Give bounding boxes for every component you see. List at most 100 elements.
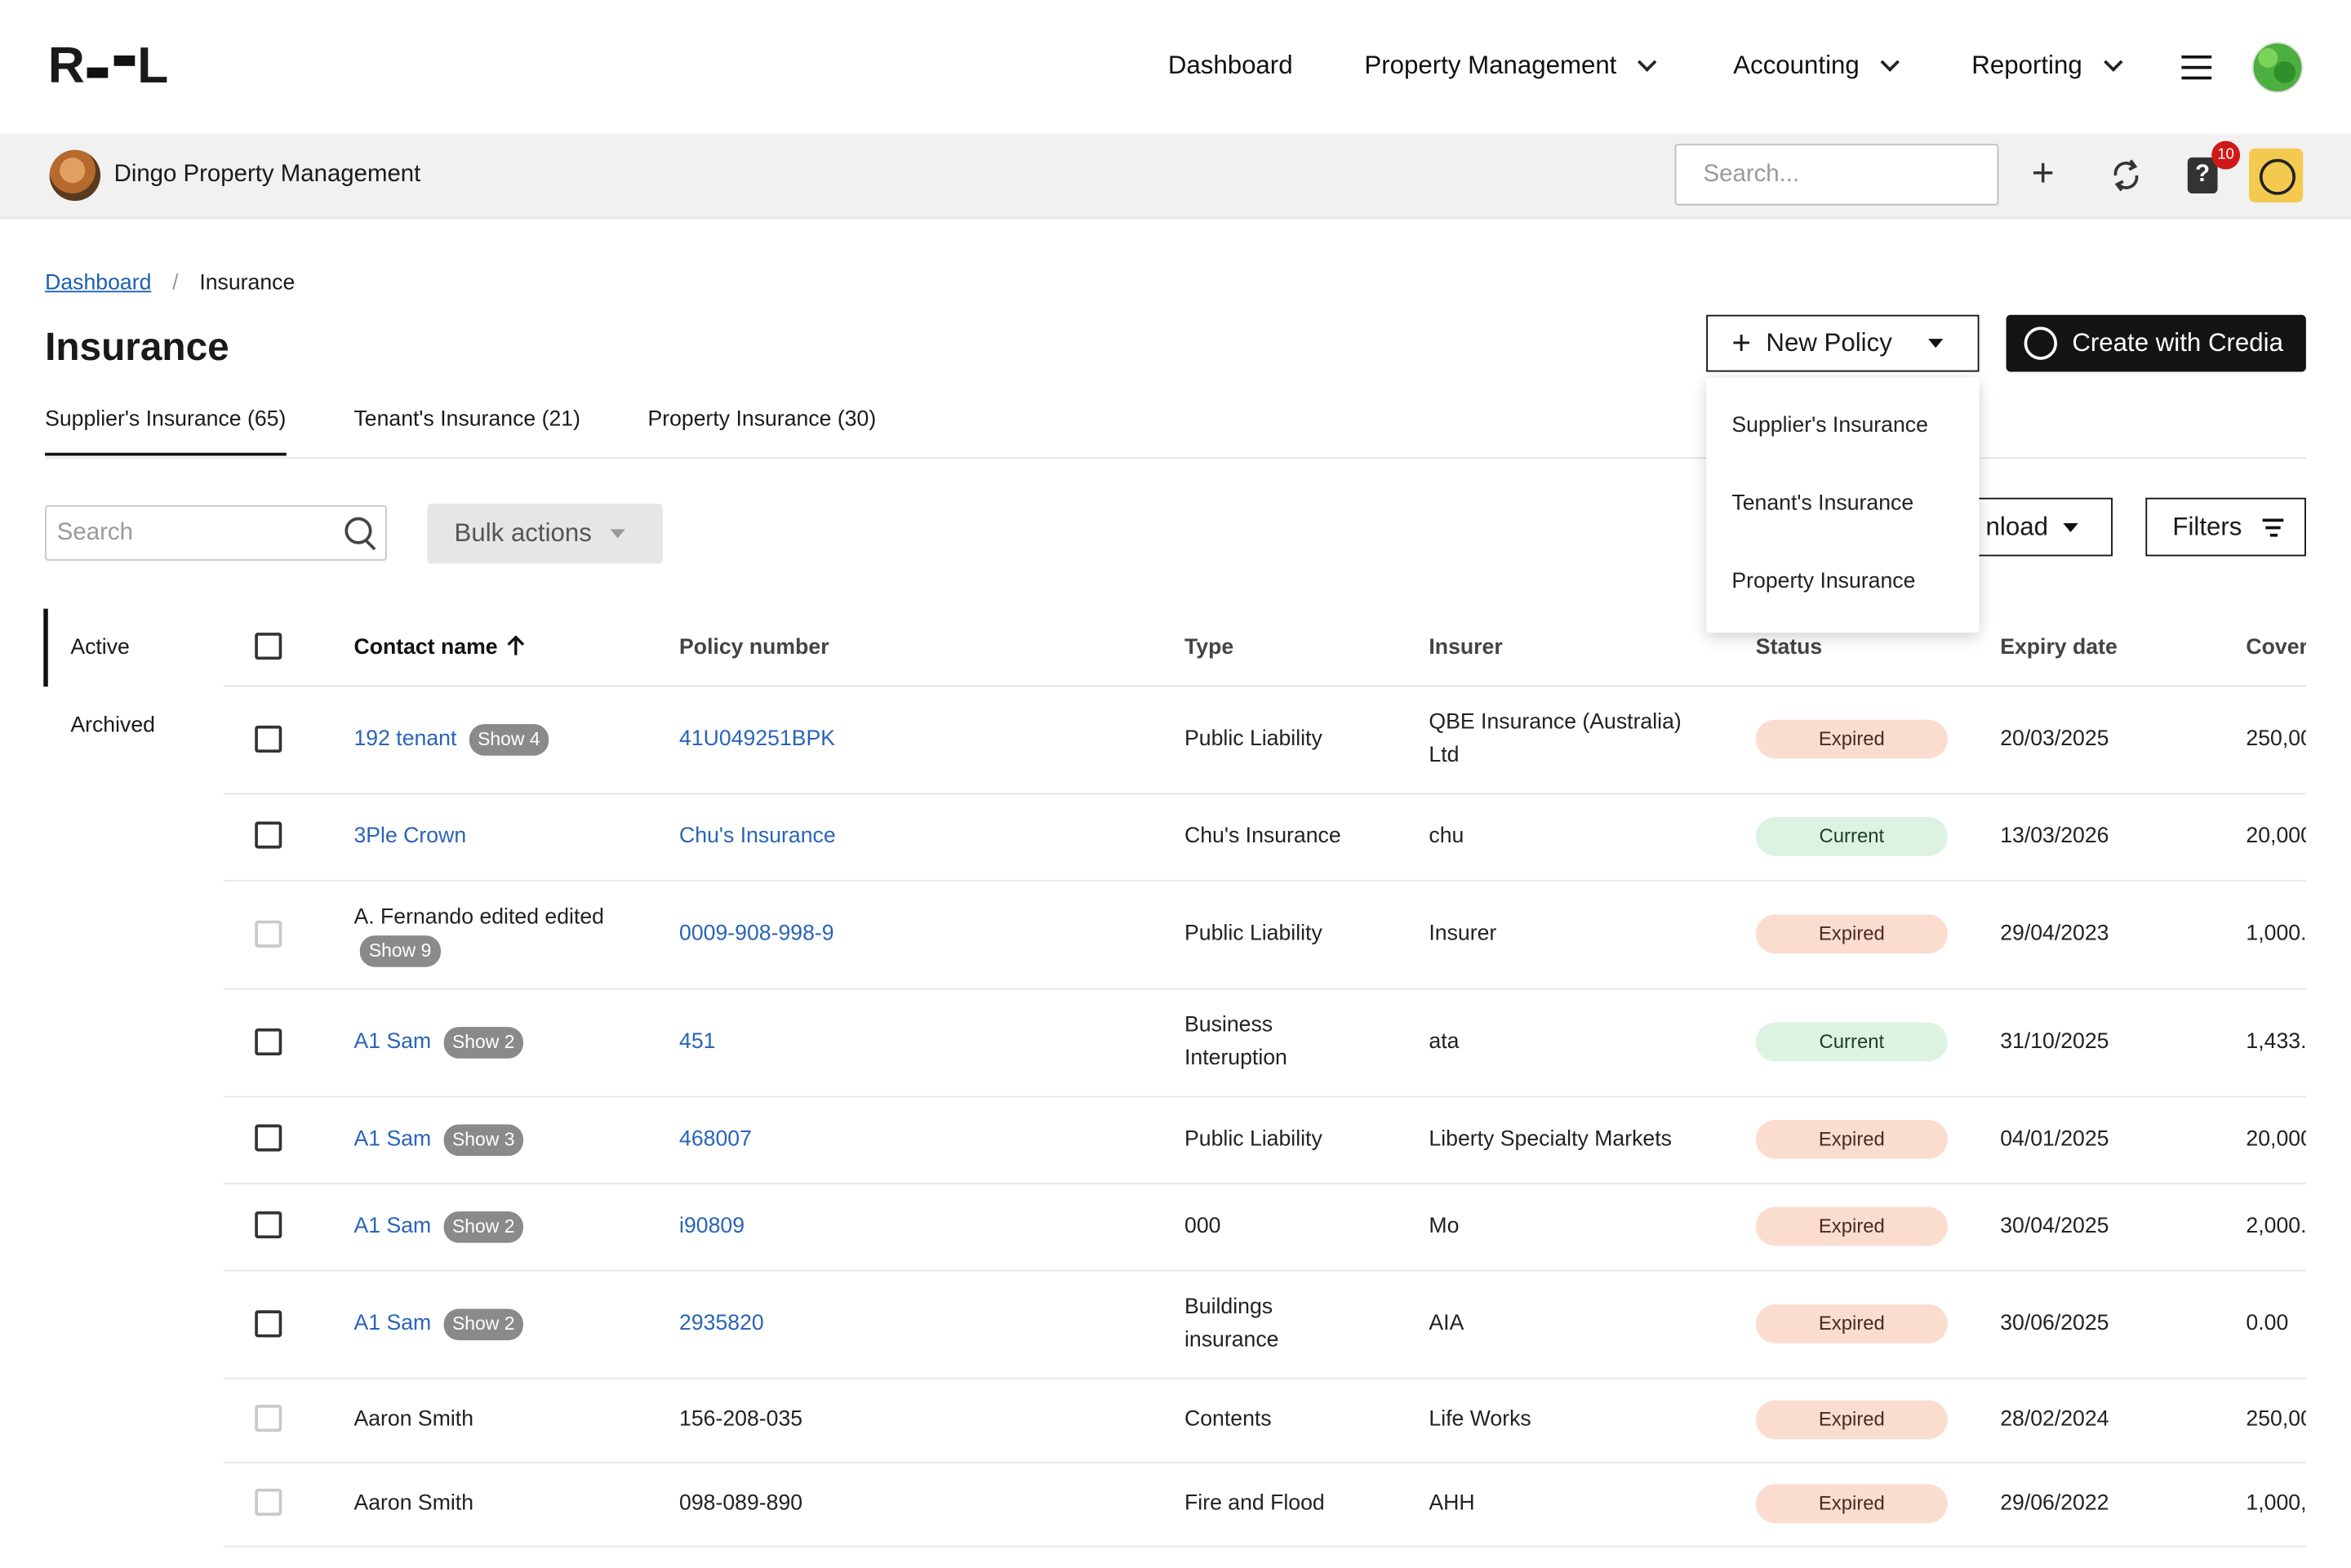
- filter-active[interactable]: Active: [70, 636, 130, 660]
- row-checkbox[interactable]: [255, 821, 282, 849]
- insurer-cell: QBE Insurance (Australia) Ltd: [1429, 710, 1682, 768]
- table-row[interactable]: 3Ple Crown Chu's Insurance Chu's Insuran…: [223, 794, 2306, 882]
- filters-button[interactable]: Filters: [2145, 497, 2306, 557]
- nav-label: Reporting: [1971, 51, 2082, 80]
- tab-property-insurance[interactable]: Property Insurance (30): [647, 408, 876, 432]
- table-row[interactable]: Aaron Smith 098-089-890 Fire and Flood A…: [223, 1464, 2306, 1548]
- contact-link[interactable]: A1 Sam: [353, 1215, 431, 1238]
- column-header-insurer[interactable]: Insurer: [1429, 636, 1502, 660]
- contact-name: Aaron Smith: [353, 1491, 474, 1516]
- filter-archived[interactable]: Archived: [70, 713, 155, 737]
- page-title: Insurance: [45, 323, 229, 369]
- policy-number-link[interactable]: 468007: [679, 1123, 752, 1156]
- create-with-credia-label: Create with Credia: [2072, 328, 2283, 358]
- app-logo[interactable]: R L: [47, 37, 169, 95]
- user-avatar[interactable]: [2251, 42, 2304, 93]
- breadcrumb-dashboard-link[interactable]: Dashboard: [45, 271, 151, 295]
- contact-link[interactable]: A1 Sam: [353, 1030, 431, 1054]
- policy-number-link[interactable]: 451: [679, 1025, 715, 1058]
- nav-property-management[interactable]: Property Management: [1364, 51, 1657, 81]
- policy-number-link[interactable]: i90809: [679, 1210, 744, 1242]
- active-indicator: [43, 608, 48, 687]
- policy-number-link[interactable]: 41U049251BPK: [679, 722, 835, 755]
- new-policy-button[interactable]: + New Policy: [1706, 314, 1980, 372]
- chevron-down-icon: [1638, 52, 1657, 72]
- contact-link[interactable]: 192 tenant: [353, 727, 456, 751]
- column-header-type[interactable]: Type: [1184, 636, 1233, 660]
- table-row[interactable]: Aaron Smith 156-208-035 Contents Life Wo…: [223, 1379, 2306, 1464]
- nav-dashboard[interactable]: Dashboard: [1168, 51, 1293, 81]
- table-search-input[interactable]: Search: [45, 504, 387, 561]
- column-header-status[interactable]: Status: [1756, 636, 1822, 660]
- menu-item-property-insurance[interactable]: Property Insurance: [1731, 570, 1915, 593]
- search-icon[interactable]: [344, 517, 372, 544]
- menu-item-suppliers-insurance[interactable]: Supplier's Insurance: [1731, 414, 1927, 438]
- nav-reporting[interactable]: Reporting: [1971, 51, 2123, 81]
- logo-letter-left: R: [47, 37, 85, 95]
- cover-cell: 1,433.: [2246, 1029, 2306, 1055]
- column-header-expiry-date[interactable]: Expiry date: [2000, 636, 2118, 660]
- bulk-actions-button: Bulk actions: [427, 504, 663, 564]
- global-search-input[interactable]: Search...: [1674, 144, 1999, 206]
- insurer-cell: Liberty Specialty Markets: [1429, 1127, 1672, 1152]
- show-more-pill[interactable]: Show 3: [442, 1124, 524, 1157]
- table-row[interactable]: A1 Sam Show 2 i90809 000 Mo Expired 30/04…: [223, 1184, 2306, 1272]
- logo-bar: [113, 55, 135, 65]
- row-checkbox[interactable]: [255, 1124, 282, 1152]
- policy-number-link[interactable]: Chu's Insurance: [679, 820, 836, 853]
- refresh-icon[interactable]: [2109, 158, 2142, 201]
- row-checkbox[interactable]: [255, 1310, 282, 1338]
- expiry-date-cell: 30/04/2025: [2000, 1214, 2109, 1239]
- row-checkbox[interactable]: [255, 1488, 282, 1516]
- show-more-pill[interactable]: Show 4: [469, 724, 549, 756]
- show-more-pill[interactable]: Show 2: [442, 1308, 524, 1341]
- row-checkbox[interactable]: [255, 1405, 282, 1433]
- table-row[interactable]: A. Fernando edited edited Show 9 0009-90…: [223, 882, 2306, 990]
- policy-number-link[interactable]: 2935820: [679, 1308, 764, 1340]
- type-cell: 000: [1184, 1214, 1221, 1239]
- show-more-pill[interactable]: Show 9: [359, 935, 441, 967]
- row-checkbox[interactable]: [255, 1028, 282, 1056]
- show-more-pill[interactable]: Show 2: [442, 1027, 524, 1059]
- tab-suppliers-insurance[interactable]: Supplier's Insurance (65): [45, 408, 287, 456]
- breadcrumb-separator: /: [172, 271, 179, 295]
- table-row[interactable]: A1 Sam Show 2 2935820 Buildings insurance…: [223, 1272, 2306, 1379]
- breadcrumb-current: Insurance: [199, 271, 296, 295]
- contact-link[interactable]: 3Ple Crown: [353, 820, 466, 853]
- download-label: nload: [1985, 512, 2048, 541]
- column-header-cover[interactable]: Cover: [2246, 636, 2305, 660]
- show-more-pill[interactable]: Show 2: [442, 1211, 524, 1243]
- insurance-table: Contact name Policy number Type Insurer …: [223, 609, 2306, 1568]
- contact-link[interactable]: A1 Sam: [353, 1312, 431, 1335]
- type-cell: Public Liability: [1184, 1127, 1322, 1152]
- table-row[interactable]: A1 Sam Show 2 451 Business Interuption at…: [223, 989, 2306, 1098]
- plus-icon[interactable]: +: [2032, 153, 2055, 192]
- column-header-contact-name[interactable]: Contact name: [353, 635, 525, 660]
- type-cell: Contents: [1184, 1407, 1272, 1433]
- column-header-policy-number[interactable]: Policy number: [679, 636, 829, 660]
- row-checkbox[interactable]: [255, 1211, 282, 1239]
- contact-link[interactable]: A1 Sam: [353, 1127, 431, 1151]
- new-policy-label: New Policy: [1766, 328, 1892, 358]
- contact-cell: A1 Sam Show 2: [353, 1210, 524, 1243]
- tab-tenants-insurance[interactable]: Tenant's Insurance (21): [353, 408, 580, 432]
- insurer-cell: Life Works: [1429, 1407, 1531, 1433]
- row-checkbox[interactable]: [255, 920, 282, 948]
- policy-number-link[interactable]: 0009-908-998-9: [679, 917, 834, 950]
- cover-cell: 250,00: [2246, 726, 2306, 752]
- type-cell: Public Liability: [1184, 726, 1322, 752]
- cover-cell: 2,000.: [2246, 1214, 2306, 1239]
- create-with-credia-button[interactable]: Create with Credia: [2006, 314, 2306, 372]
- nav-accounting[interactable]: Accounting: [1733, 51, 1900, 81]
- status-badge: Current: [1755, 1022, 1948, 1062]
- row-checkbox[interactable]: [255, 725, 282, 753]
- filter-icon: [2263, 513, 2284, 540]
- select-all-checkbox[interactable]: [255, 633, 282, 660]
- status-badge: Current: [1755, 817, 1948, 856]
- table-row[interactable]: A1 Sam Show 3 468007 Public Liability Lib…: [223, 1097, 2306, 1185]
- menu-item-tenants-insurance[interactable]: Tenant's Insurance: [1731, 491, 1913, 515]
- status-badge: Expired: [1755, 719, 1948, 759]
- credia-assistant-button[interactable]: [2249, 148, 2304, 202]
- table-row[interactable]: 192 tenant Show 4 41U049251BPK Public Lia…: [223, 686, 2306, 795]
- hamburger-menu-icon[interactable]: [2181, 55, 2212, 87]
